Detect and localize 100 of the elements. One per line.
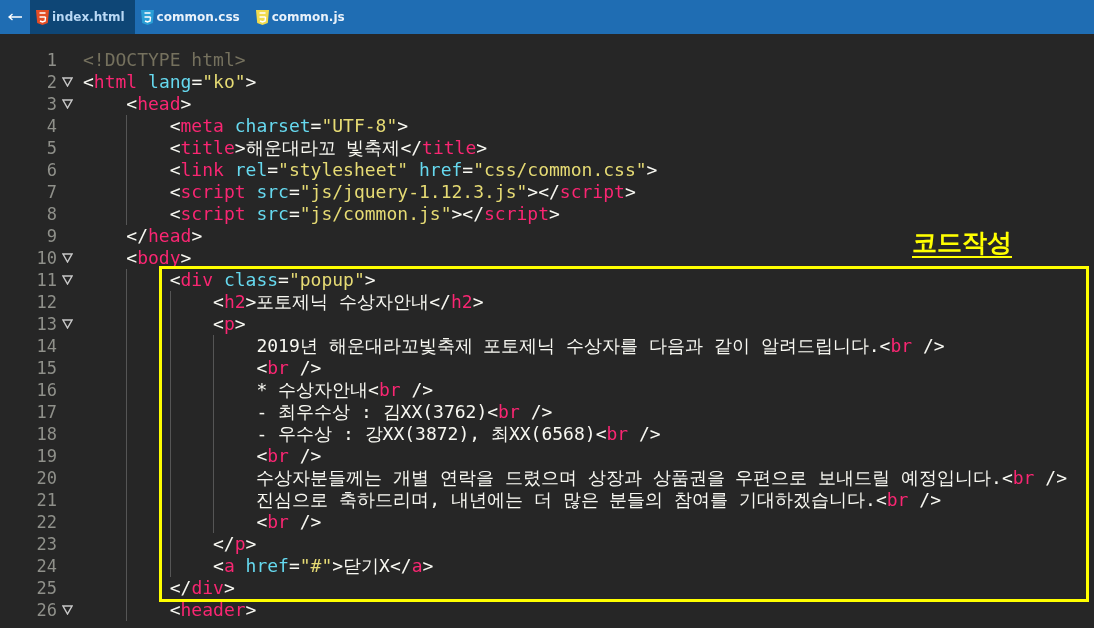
code-punctuation: < [256,357,268,379]
fold-triangle-icon[interactable] [62,99,73,109]
code-punctuation: < [169,269,181,291]
line-number: 14 [35,335,57,357]
code-punctuation: </ [400,137,423,159]
attribute-name: href [244,555,289,577]
code-punctuation: = [288,555,300,577]
line-number: 4 [45,115,57,137]
code-punctuation: < [879,335,891,357]
tag-name: head [137,93,181,115]
annotation-label: 코드작성 [912,227,1012,259]
tag-name: p [223,313,235,335]
line-number: 18 [35,423,57,445]
code-punctuation: < [169,137,181,159]
tag-name: meta [180,115,224,137]
tag-name: div [191,577,224,599]
tag-name: br [378,379,401,401]
code-punctuation: </ [126,225,149,247]
code-punctuation: < [595,423,607,445]
line-number: 24 [35,555,57,577]
code-punctuation: = [310,115,322,137]
line-number: 20 [35,467,57,489]
file-tab[interactable]: common.css [134,0,250,34]
code-punctuation: > [180,247,192,269]
shield-icon [36,9,49,25]
string-value: "css/common.css" [473,159,647,181]
fold-triangle-icon[interactable] [62,77,73,87]
attribute-name: src [255,181,289,203]
file-tab[interactable]: index.html [30,0,135,34]
code-punctuation: /> [298,511,322,533]
fold-triangle-icon[interactable] [62,319,73,329]
line-number: 1 [45,49,57,71]
code-punctuation: /> [638,423,661,445]
code-text: - 최우수상 : 김XX(3762) [256,401,488,423]
code-punctuation: < [1001,467,1013,489]
code-punctuation: < [256,445,268,467]
code-punctuation: > [549,203,560,225]
code-punctuation: > [472,291,484,313]
tag-name: br [267,357,289,379]
code-punctuation: > [245,291,257,313]
file-tab[interactable]: common.js [249,0,355,34]
string-value: "stylesheet" [278,159,409,181]
tag-name: html [93,71,138,93]
tag-name: header [180,599,246,621]
code-punctuation: < [169,599,181,621]
tag-name: title [180,137,235,159]
fold-triangle-icon[interactable] [62,253,73,263]
code-punctuation: </ [389,555,412,577]
tag-name: title [422,137,477,159]
code-punctuation: < [169,159,181,181]
back-arrow-icon [8,13,22,21]
line-number: 23 [35,533,57,555]
code-punctuation: < [213,555,224,577]
tag-name: div [180,269,214,291]
code-punctuation: > [223,577,235,599]
tag-name: script [180,203,246,225]
code-punctuation: </ [169,577,192,599]
code-punctuation: < [213,291,224,313]
code-punctuation: < [83,71,94,93]
string-value: "popup" [288,269,365,291]
tag-name: h2 [223,291,246,313]
line-number: 3 [45,93,57,115]
code-text: 2019년 해운대라꼬빛축제 포토제닉 수상자를 다음과 같이 알려드립니다. [256,335,880,357]
code-punctuation: </ [429,291,451,313]
tag-name: script [180,181,246,203]
fold-triangle-icon[interactable] [62,275,73,285]
fold-triangle-icon[interactable] [62,605,73,615]
code-punctuation: > [364,269,376,291]
code-punctuation: > [422,555,434,577]
code-punctuation: < [126,247,138,269]
code-text: 진심으로 축하드리며, 내년에는 더 많은 분들의 참여를 기대하겠습니다. [256,489,876,511]
code-punctuation: = [267,159,279,181]
code-punctuation: = [462,159,474,181]
line-number: 5 [45,137,57,159]
line-number: 22 [35,511,57,533]
tag-name: br [267,511,289,533]
line-number: 21 [35,489,57,511]
line-number: 12 [35,291,57,313]
tag-name: br [606,423,629,445]
code-punctuation: /> [298,357,322,379]
tag-name: a [411,555,423,577]
tag-name: br [886,489,909,511]
attribute-name: src [255,203,289,225]
tag-name: br [890,335,913,357]
attribute-name: lang [147,71,192,93]
string-value: "UTF-8" [321,115,398,137]
code-punctuation: < [256,511,268,533]
tag-name: script [484,203,550,225]
code-text: 포토제닉 수상자안내 [256,291,430,313]
code-punctuation: < [169,203,181,225]
code-punctuation: /> [1044,467,1067,489]
shield-icon [140,9,154,25]
code-punctuation: > [646,159,658,181]
doctype-text: <!DOCTYPE html> [83,49,246,71]
code-punctuation: > [397,115,409,137]
line-number: 7 [45,181,57,203]
tag-name: br [267,445,289,467]
code-punctuation: < [169,181,181,203]
code-punctuation: /> [921,335,945,357]
line-number: 16 [35,379,57,401]
